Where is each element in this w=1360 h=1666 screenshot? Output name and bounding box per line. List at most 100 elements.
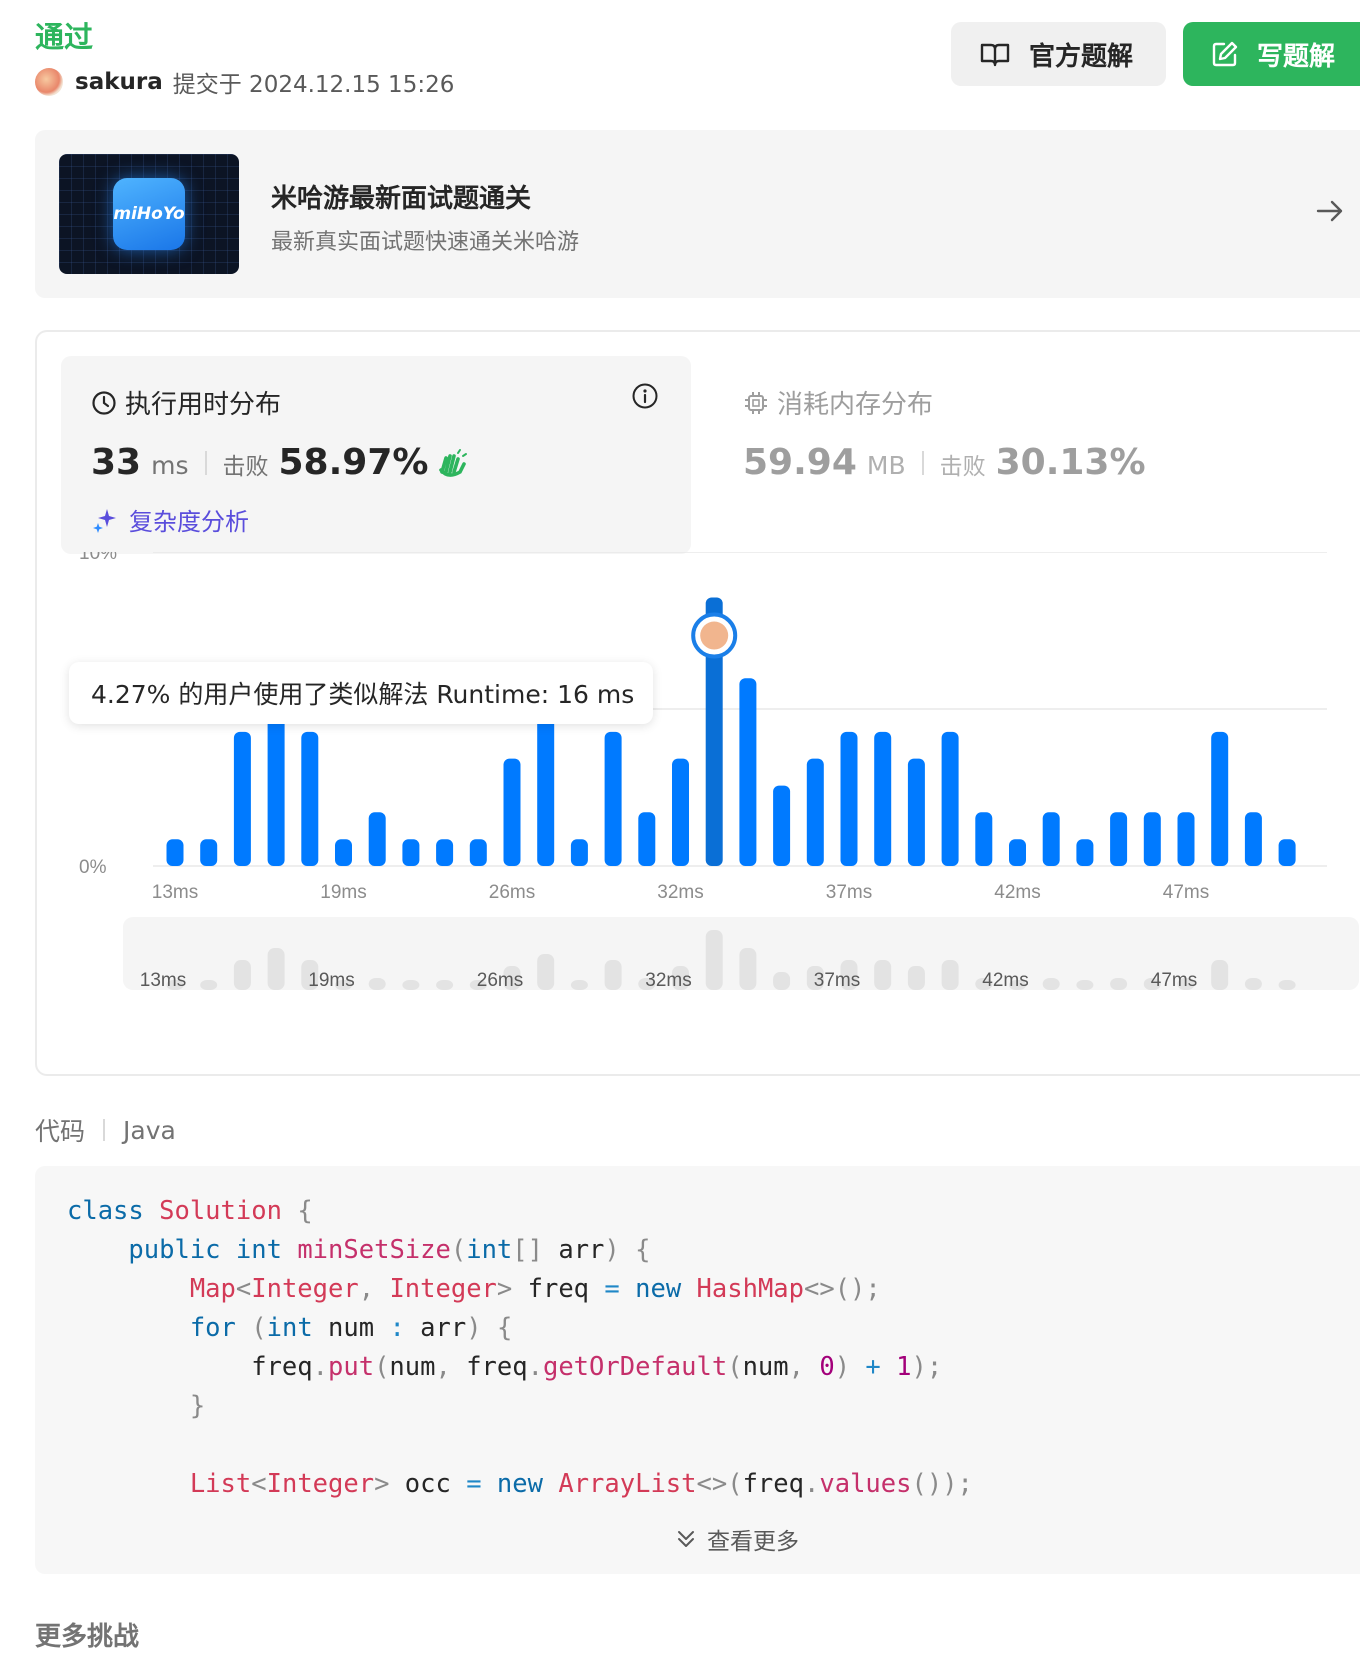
mini-bar bbox=[739, 948, 757, 990]
submission-info: sakura 提交于 2024.12.15 15:26 bbox=[35, 66, 454, 98]
memory-beat-label: 击败 bbox=[939, 454, 986, 480]
mini-bar bbox=[200, 980, 218, 990]
mini-bar bbox=[941, 960, 959, 990]
runtime-distribution-chart[interactable]: 10%5%0%13ms19ms26ms32ms37ms42ms47ms13ms1… bbox=[37, 552, 1360, 1052]
info-icon[interactable] bbox=[631, 382, 659, 410]
chart-bar bbox=[907, 758, 925, 866]
mini-bar bbox=[874, 960, 892, 990]
mini-bar bbox=[1211, 960, 1229, 990]
distribution-card: 执行用时分布 33 ms 击败 58.97% 复杂度分析 消耗内存分布 59.9… bbox=[35, 330, 1360, 1076]
mini-tick-label: 26ms bbox=[477, 970, 523, 991]
chart-bar bbox=[233, 731, 251, 866]
chart-bar bbox=[840, 731, 858, 866]
write-solution-label: 写题解 bbox=[1257, 41, 1336, 72]
memory-panel[interactable]: 消耗内存分布 59.94 MB 击败 30.13% bbox=[743, 356, 1343, 554]
chart-bar bbox=[604, 731, 622, 866]
runtime-beat-percent: 58.97% bbox=[278, 442, 429, 483]
chart-bar bbox=[166, 839, 184, 866]
mini-tick-label: 42ms bbox=[982, 970, 1028, 991]
mini-tick-label: 47ms bbox=[1151, 970, 1197, 991]
chart-bar bbox=[1278, 839, 1296, 866]
chart-bar bbox=[1244, 812, 1262, 866]
x-tick-label: 13ms bbox=[152, 882, 198, 903]
write-solution-button[interactable]: 写题解 bbox=[1183, 22, 1360, 86]
submission-status: 通过 bbox=[35, 20, 94, 54]
runtime-value: 33 bbox=[91, 442, 142, 483]
x-tick-label: 37ms bbox=[826, 882, 872, 903]
y-tick-label: 10% bbox=[79, 552, 117, 564]
memory-title-text: 消耗内存分布 bbox=[777, 390, 934, 420]
avatar[interactable] bbox=[35, 68, 63, 96]
memory-title: 消耗内存分布 bbox=[743, 384, 933, 421]
chart-bar bbox=[773, 785, 791, 866]
promo-title: 米哈游最新面试题通关 bbox=[271, 184, 532, 214]
mini-tick-label: 37ms bbox=[814, 970, 860, 991]
official-solution-button[interactable]: 官方题解 bbox=[951, 22, 1166, 86]
x-tick-label: 19ms bbox=[320, 882, 366, 903]
chart-bar bbox=[570, 839, 588, 866]
show-more-button[interactable]: 查看更多 bbox=[675, 1522, 799, 1556]
code-block[interactable]: class Solution { public int minSetSize(i… bbox=[35, 1166, 1360, 1574]
mini-tick-label: 13ms bbox=[140, 970, 186, 991]
mini-tick-label: 32ms bbox=[645, 970, 691, 991]
mini-bar bbox=[267, 948, 285, 990]
chart-bar bbox=[672, 758, 689, 866]
chart-bar bbox=[1143, 812, 1161, 866]
chart-bar bbox=[469, 839, 487, 866]
chart-bar bbox=[200, 839, 218, 866]
memory-beat-percent: 30.13% bbox=[995, 442, 1146, 483]
divider bbox=[921, 450, 924, 475]
chart-bar bbox=[335, 839, 352, 866]
mini-bar bbox=[1110, 978, 1128, 990]
mini-bar bbox=[368, 978, 386, 990]
y-tick-label: 0% bbox=[79, 857, 107, 878]
mihoyo-logo: miHoYo bbox=[113, 178, 185, 250]
chart-bar bbox=[975, 812, 993, 866]
chart-bar bbox=[1177, 812, 1195, 866]
show-more-label: 查看更多 bbox=[707, 1529, 799, 1555]
code-header: 代码 Java bbox=[35, 1112, 176, 1148]
runtime-title: 执行用时分布 bbox=[91, 384, 281, 421]
x-tick-label: 26ms bbox=[489, 882, 535, 903]
runtime-title-text: 执行用时分布 bbox=[125, 390, 282, 420]
chart-bar bbox=[1076, 839, 1094, 866]
chart-bar bbox=[638, 812, 656, 866]
chart-bar bbox=[1110, 812, 1128, 866]
runtime-panel[interactable]: 执行用时分布 33 ms 击败 58.97% 复杂度分析 bbox=[61, 356, 691, 554]
clap-icon bbox=[439, 448, 468, 477]
memory-unit: MB bbox=[866, 451, 906, 480]
mini-tick-label: 19ms bbox=[308, 970, 354, 991]
chart-bar bbox=[503, 758, 521, 866]
memory-value: 59.94 bbox=[743, 442, 857, 483]
promo-banner[interactable]: miHoYo 米哈游最新面试题通关 最新真实面试题快速通关米哈游 bbox=[35, 130, 1360, 298]
complexity-analysis-link[interactable]: 复杂度分析 bbox=[91, 502, 249, 537]
x-tick-label: 42ms bbox=[994, 882, 1040, 903]
chart-bar bbox=[941, 731, 959, 866]
sparkle-icon bbox=[93, 508, 116, 533]
arrow-right-icon[interactable] bbox=[1315, 196, 1345, 226]
tooltip-text: 4.27% 的用户使用了类似解法 Runtime: 16 ms bbox=[91, 680, 635, 709]
book-icon bbox=[980, 43, 1010, 67]
runtime-beat-label: 击败 bbox=[222, 454, 269, 480]
mini-bar bbox=[907, 966, 925, 990]
mini-bar bbox=[1278, 980, 1296, 990]
mini-bar bbox=[537, 954, 555, 990]
chart-bar bbox=[436, 839, 454, 866]
promo-subtitle: 最新真实面试题快速通关米哈游 bbox=[271, 230, 580, 255]
submitter-name[interactable]: sakura bbox=[75, 69, 163, 95]
clock-icon bbox=[92, 390, 116, 415]
chart-bar bbox=[874, 731, 892, 866]
divider bbox=[103, 1119, 106, 1141]
mini-bar bbox=[402, 980, 420, 990]
edit-icon bbox=[1212, 41, 1238, 67]
chart-bar bbox=[368, 812, 386, 866]
mini-bar bbox=[436, 980, 454, 990]
code-content: class Solution { public int minSetSize(i… bbox=[67, 1196, 973, 1499]
chart-bar bbox=[1211, 731, 1229, 866]
divider bbox=[204, 450, 207, 475]
mini-bar bbox=[773, 972, 791, 990]
x-tick-label: 32ms bbox=[657, 882, 703, 903]
mini-bar bbox=[233, 960, 251, 990]
chart-bar bbox=[301, 731, 319, 866]
official-solution-label: 官方题解 bbox=[1029, 41, 1134, 72]
